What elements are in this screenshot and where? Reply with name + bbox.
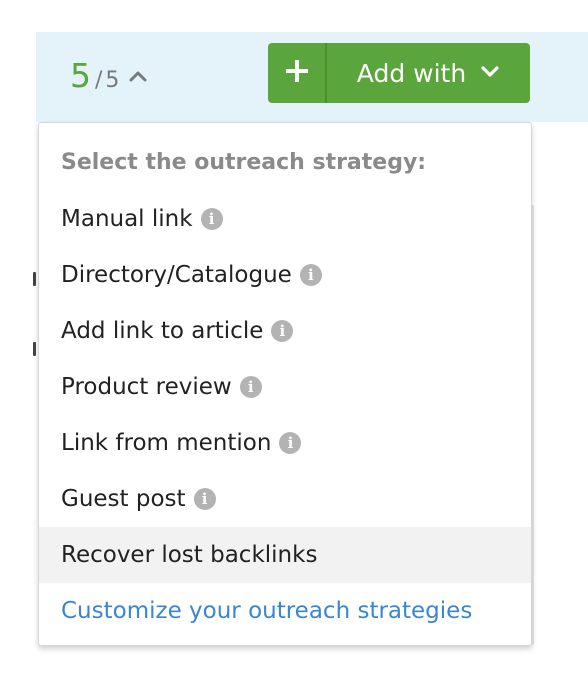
canvas: 5 / 5 Add with Select the outreach strat…: [0, 0, 588, 686]
customize-link-label: Customize your outreach strategies: [61, 598, 473, 624]
info-icon[interactable]: i: [200, 208, 223, 230]
menu-item-add-link-to-article[interactable]: Add link to article i: [39, 303, 531, 359]
menu-item-label: Directory/Catalogue: [61, 262, 292, 288]
add-with-label: Add with: [356, 58, 467, 88]
outreach-strategy-dropdown: Select the outreach strategy: Manual lin…: [38, 122, 532, 646]
menu-item-label: Manual link: [61, 206, 193, 232]
menu-item-link-from-mention[interactable]: Link from mention i: [39, 415, 531, 471]
info-icon[interactable]: i: [239, 376, 262, 398]
info-icon[interactable]: i: [279, 432, 302, 454]
chevron-down-icon: [480, 59, 500, 88]
menu-item-label: Add link to article: [61, 318, 264, 344]
menu-header: Select the outreach strategy:: [61, 150, 427, 175]
menu-item-label: Product review: [61, 374, 232, 400]
prospect-counter[interactable]: 5 / 5: [70, 52, 148, 100]
menu-item-label: Guest post: [61, 486, 186, 512]
add-with-button[interactable]: Add with: [327, 43, 530, 103]
menu-item-directory-catalogue[interactable]: Directory/Catalogue i: [39, 247, 531, 303]
menu-item-guest-post[interactable]: Guest post i: [39, 471, 531, 527]
background-text-fragment: [33, 272, 36, 286]
counter-separator: /: [95, 68, 103, 93]
info-icon[interactable]: i: [193, 488, 216, 510]
menu-item-label: Recover lost backlinks: [61, 542, 318, 568]
counter-current: 5: [70, 56, 91, 95]
background-text-fragment: [33, 342, 36, 356]
column-divider: [532, 205, 534, 645]
menu-item-recover-lost-backlinks[interactable]: Recover lost backlinks: [39, 527, 531, 583]
info-icon[interactable]: i: [271, 320, 294, 342]
chevron-up-icon[interactable]: [128, 66, 148, 86]
plus-icon: [284, 58, 310, 88]
add-button-group: Add with: [268, 43, 530, 103]
customize-strategies-link[interactable]: Customize your outreach strategies: [39, 583, 531, 639]
add-button[interactable]: [268, 43, 327, 103]
menu-item-manual-link[interactable]: Manual link i: [39, 191, 531, 247]
info-icon[interactable]: i: [299, 264, 322, 286]
menu-item-label: Link from mention: [61, 430, 272, 456]
menu-item-product-review[interactable]: Product review i: [39, 359, 531, 415]
counter-total: 5: [105, 68, 120, 93]
